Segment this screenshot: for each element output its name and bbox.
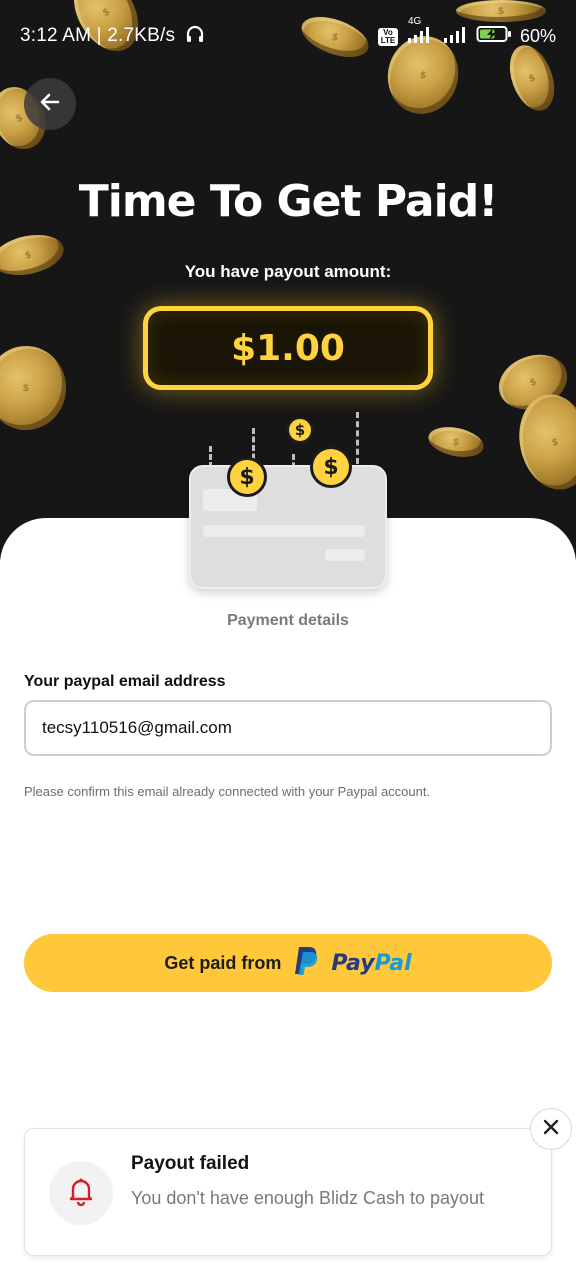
toast-icon-wrap [49, 1161, 113, 1225]
dollar-coin-icon: $ [227, 457, 267, 497]
card-graphic [189, 465, 387, 589]
status-right: Vo LTE 4G 60% [377, 16, 556, 49]
card-stripe [203, 525, 365, 537]
signal-icon: 4G [406, 16, 434, 49]
paypal-logo-icon [293, 946, 319, 981]
close-icon [542, 1118, 560, 1141]
payout-amount-box: $1.00 [143, 306, 433, 390]
paypal-pay: Pay [331, 950, 375, 976]
coin-decoration [425, 422, 487, 462]
signal-icon-2 [442, 24, 468, 49]
dash-line [356, 412, 359, 464]
toast-message: You don't have enough Blidz Cash to payo… [131, 1188, 485, 1208]
volte-badge: Vo LTE [377, 27, 398, 46]
headphones-icon [185, 24, 205, 50]
battery-icon [476, 24, 512, 49]
payment-details-title: Payment details [227, 612, 349, 629]
coin-decoration [0, 346, 66, 430]
get-paid-label: Get paid from [164, 952, 282, 973]
network-type: 4G [407, 16, 422, 27]
bell-icon [65, 1175, 97, 1212]
arrow-left-icon [38, 90, 62, 119]
coin-decoration [510, 387, 576, 497]
payout-amount: $1.00 [231, 327, 345, 369]
card-stripe [325, 549, 365, 561]
toast-title: Payout failed [131, 1153, 250, 1174]
page-title: Time To Get Paid! [78, 176, 499, 227]
payout-failed-toast: Payout failed You don't have enough Blid… [24, 1128, 552, 1256]
email-field-label: Your paypal email address [24, 673, 226, 690]
email-field[interactable] [24, 700, 552, 756]
email-hint: Please confirm this email already connec… [24, 784, 431, 799]
status-bar: 3:12 AM | 2.7KB/s Vo LTE 4G 60% [0, 0, 576, 70]
paypal-wordmark: PayPal [331, 951, 411, 976]
dollar-coin-icon: $ [286, 416, 314, 444]
payout-subtitle: You have payout amount: [184, 262, 392, 281]
get-paid-paypal-button[interactable]: Get paid from PayPal [24, 934, 552, 992]
payment-card-illustration: $ $ $ [180, 410, 400, 600]
status-left: 3:12 AM | 2.7KB/s [20, 24, 205, 50]
time-and-speed: 3:12 AM | 2.7KB/s [20, 25, 176, 46]
dollar-coin-icon: $ [310, 446, 352, 488]
paypal-pal: Pal [374, 950, 412, 976]
toast-close-button[interactable] [530, 1108, 572, 1150]
back-button[interactable] [24, 78, 76, 130]
battery-percent: 60% [519, 26, 556, 46]
